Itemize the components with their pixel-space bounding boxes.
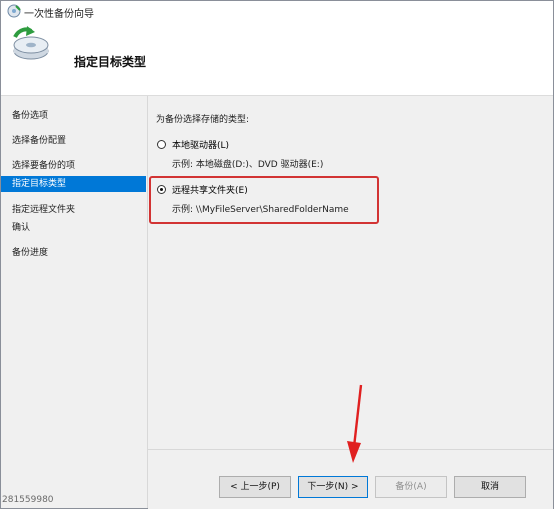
window-title: 一次性备份向导: [24, 9, 94, 20]
step-backup-options: 备份选项: [12, 111, 49, 121]
local-drive-example: 示例: 本地磁盘(D:)、DVD 驱动器(E:): [172, 160, 324, 170]
watermark-text: 281559980: [2, 495, 54, 505]
title-bar: 一次性备份向导: [1, 1, 553, 21]
step-select-items: 选择要备份的项: [12, 161, 76, 171]
cancel-button[interactable]: 取消: [454, 476, 526, 498]
page-title: 指定目标类型: [74, 55, 147, 69]
local-drive-radio[interactable]: [157, 140, 166, 149]
backup-button: 备份(A): [375, 476, 447, 498]
step-backup-progress: 备份进度: [12, 248, 49, 258]
wizard-header: 指定目标类型: [1, 21, 553, 96]
wizard-steps-sidebar: 备份选项 选择备份配置 选择要备份的项 指定目标类型 指定远程文件夹 确认 备份…: [1, 96, 148, 508]
wizard-window: 一次性备份向导 指定目标类型 备份选项 选择备份配置 选择要备份的项 指定目标类…: [0, 0, 554, 509]
backup-app-icon: [7, 4, 21, 18]
local-drive-label[interactable]: 本地驱动器(L): [172, 138, 229, 151]
storage-type-prompt: 为备份选择存储的类型:: [156, 115, 250, 125]
next-button[interactable]: 下一步(N) >: [298, 476, 368, 498]
step-confirm: 确认: [12, 223, 31, 233]
annotation-highlight-box: [149, 176, 379, 224]
step-specify-remote-folder: 指定远程文件夹: [12, 205, 76, 215]
local-drive-option[interactable]: 本地驱动器(L): [157, 138, 229, 151]
annotation-arrow-icon: [347, 384, 363, 463]
backup-disk-icon: [13, 26, 49, 60]
previous-button[interactable]: < 上一步(P): [219, 476, 291, 498]
step-specify-destination-type: 指定目标类型: [1, 176, 146, 192]
step-select-configuration: 选择备份配置: [12, 136, 67, 146]
